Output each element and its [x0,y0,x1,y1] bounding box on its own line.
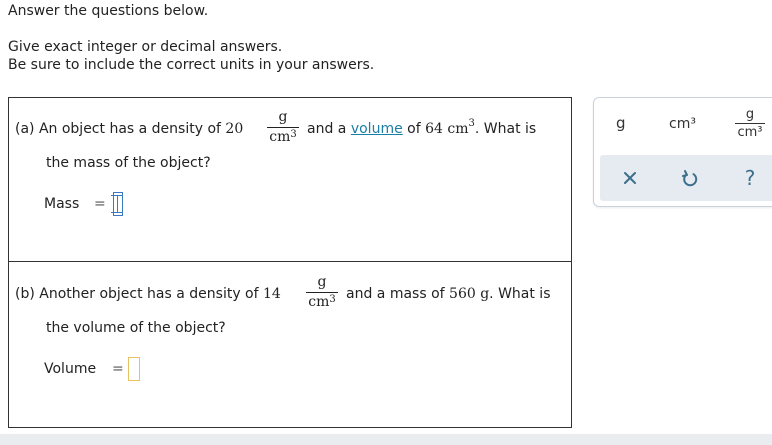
fraction-denominator: cm³ [737,125,763,140]
fraction-bar [267,127,299,128]
question-a-panel: (a) An object has a density of 20 g cm3 … [8,97,572,263]
question-b-panel: (b) Another object has a density of 14 g… [8,261,572,428]
unit-buttons-row: g cm³ g cm³ [594,98,772,154]
question-b-prefix: (b) Another object has a density of [15,286,259,302]
question-b-density-value: 14 [263,286,281,302]
text-cursor [117,195,118,213]
instruction-line-3: Be sure to include the correct units in … [8,57,375,73]
question-a-suffix: . What is [474,121,537,137]
fraction-denominator: cm3 [308,294,336,310]
bottom-bar [0,434,772,445]
fraction-bar [735,123,765,124]
question-b-density-unit: g cm3 [306,275,338,310]
fraction-numerator: g [317,274,327,290]
volume-link[interactable]: volume [351,121,403,137]
question-a-density-value: 20 [225,121,244,137]
action-buttons-row: ? [600,155,772,201]
question-a-of: of [407,121,421,137]
volume-equals: = [112,361,124,377]
mass-equals: = [94,196,106,212]
unit-cm3-button[interactable]: cm³ [669,116,696,132]
volume-input[interactable] [128,357,140,381]
question-b-text-continued: and a mass of 560 g. What is [346,286,551,302]
unit-g-button[interactable]: g [616,114,626,132]
question-b-line-2: the volume of the object? [46,320,226,336]
question-b-middle: and a mass of [346,286,445,302]
instruction-line-2: Give exact integer or decimal answers. [8,39,283,55]
close-icon[interactable] [616,164,644,192]
instruction-line-1: Answer the questions below. [8,3,209,19]
mass-label: Mass [44,196,80,212]
unit-g-per-cm3-button[interactable]: g cm³ [733,107,767,140]
volume-label: Volume [44,361,97,377]
svg-text:?: ? [745,166,756,190]
question-a-line-2: the mass of the object? [46,155,211,171]
mass-input[interactable] [111,192,123,216]
question-b-text: (b) Another object has a density of 14 [15,286,281,302]
fraction-numerator: g [278,109,288,125]
question-a-volume-value: 64 cm3 [425,118,475,137]
fraction-denominator: cm3 [269,129,297,145]
unit-toolbox: g cm³ g cm³ ? [593,97,772,207]
question-b-suffix: . What is [489,286,551,302]
question-a-prefix: (a) An object has a density of [15,121,221,137]
fraction-numerator: g [745,107,755,122]
question-a-density-unit: g cm3 [267,110,299,145]
question-b-mass-value: 560 g [449,286,490,302]
undo-icon[interactable] [676,164,704,192]
help-icon[interactable]: ? [736,164,764,192]
question-a-text: (a) An object has a density of 20 [15,121,243,137]
fraction-bar [306,292,338,293]
question-a-middle: and a [307,121,347,137]
question-a-text-continued: and a volume of 64 cm3. What is [307,118,537,137]
